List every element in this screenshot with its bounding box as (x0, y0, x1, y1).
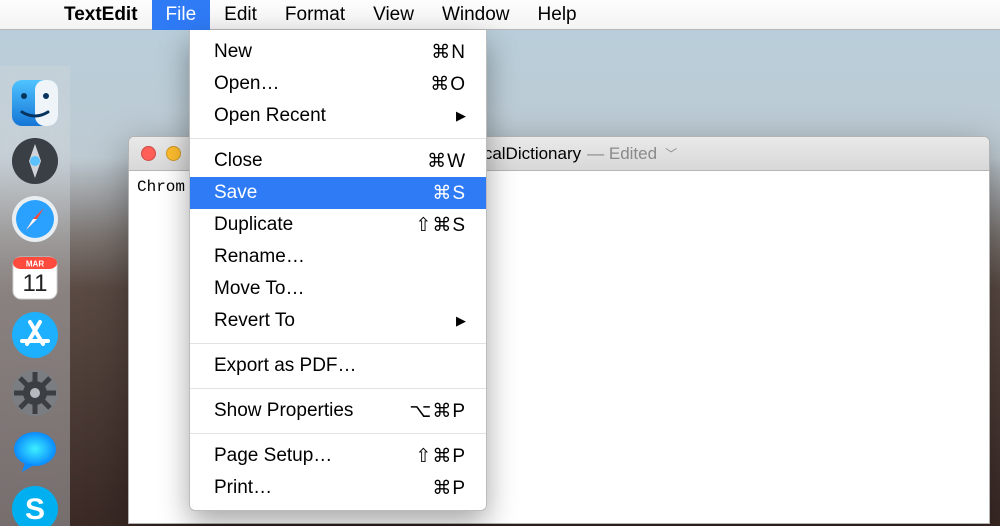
menu-item-shortcut: ⌥⌘P (409, 400, 466, 423)
menubar-item-format[interactable]: Format (271, 0, 359, 30)
menu-item-shortcut: ⌘N (431, 41, 466, 64)
menu-item-label: Open Recent (214, 105, 326, 127)
menubar-app-name[interactable]: TextEdit (50, 0, 152, 30)
document-line: Chrom (137, 178, 185, 196)
calendar-icon[interactable]: MAR11 (9, 252, 61, 302)
menu-item-export-as-pdf[interactable]: Export as PDF… (190, 350, 486, 382)
menu-item-move-to[interactable]: Move To… (190, 273, 486, 305)
skype-icon[interactable]: S (9, 484, 61, 526)
menu-item-print[interactable]: Print… ⌘P (190, 472, 486, 504)
chevron-down-icon[interactable]: ﹀ (665, 145, 677, 162)
menubar-item-edit[interactable]: Edit (210, 0, 271, 30)
svg-text:11: 11 (23, 270, 48, 297)
menu-item-close[interactable]: Close ⌘W (190, 145, 486, 177)
submenu-arrow-icon: ▶ (456, 313, 466, 329)
menubar-item-file[interactable]: File (152, 0, 211, 30)
menu-item-label: Open… (214, 73, 279, 95)
messages-icon[interactable] (9, 426, 61, 476)
menu-item-shortcut: ⇧⌘P (415, 445, 466, 468)
dock: MAR11 S (0, 66, 70, 526)
svg-text:S: S (25, 493, 45, 526)
svg-text:MAR: MAR (26, 260, 44, 269)
menubar-item-window[interactable]: Window (428, 0, 524, 30)
menu-item-label: Revert To (214, 310, 295, 332)
menu-separator (190, 138, 486, 139)
menu-item-duplicate[interactable]: Duplicate ⇧⌘S (190, 209, 486, 241)
menu-item-page-setup[interactable]: Page Setup… ⇧⌘P (190, 440, 486, 472)
menu-item-open[interactable]: Open… ⌘O (190, 68, 486, 100)
settings-icon[interactable] (9, 368, 61, 418)
menu-separator (190, 433, 486, 434)
close-window-button[interactable] (141, 146, 156, 161)
menu-item-label: Save (214, 182, 257, 204)
menu-item-label: Print… (214, 477, 272, 499)
menubar-item-help[interactable]: Help (524, 0, 591, 30)
file-menu-dropdown: New ⌘N Open… ⌘O Open Recent ▶ Close ⌘W Save ⌘S Dup… (189, 30, 487, 511)
menu-item-save[interactable]: Save ⌘S (190, 177, 486, 209)
menu-item-label: Move To… (214, 278, 304, 300)
menu-item-revert-to[interactable]: Revert To ▶ (190, 305, 486, 337)
menu-item-new[interactable]: New ⌘N (190, 36, 486, 68)
menu-item-shortcut: ⌘O (430, 73, 466, 96)
appstore-icon[interactable] (9, 310, 61, 360)
finder-icon[interactable] (9, 78, 61, 128)
menu-item-label: Rename… (214, 246, 305, 268)
menu-item-open-recent[interactable]: Open Recent ▶ (190, 100, 486, 132)
menu-item-shortcut: ⌘S (432, 182, 466, 205)
menu-item-label: Duplicate (214, 214, 293, 236)
submenu-arrow-icon: ▶ (456, 108, 466, 124)
menu-separator (190, 343, 486, 344)
menu-item-shortcut: ⌘P (432, 477, 466, 500)
menu-item-label: Show Properties (214, 400, 353, 422)
menu-item-show-properties[interactable]: Show Properties ⌥⌘P (190, 395, 486, 427)
menu-item-shortcut: ⌘W (427, 150, 466, 173)
menu-item-label: Page Setup… (214, 445, 332, 467)
menu-separator (190, 388, 486, 389)
menu-item-label: Export as PDF… (214, 355, 357, 377)
menu-item-label: Close (214, 150, 263, 172)
window-subtitle: — Edited (587, 144, 657, 164)
menubar: TextEdit FileEditFormatViewWindowHelp (0, 0, 1000, 30)
menu-item-label: New (214, 41, 252, 63)
minimize-window-button[interactable] (166, 146, 181, 161)
launchpad-icon[interactable] (9, 136, 61, 186)
safari-icon[interactable] (9, 194, 61, 244)
menubar-item-view[interactable]: View (359, 0, 428, 30)
menu-item-rename[interactable]: Rename… (190, 241, 486, 273)
menu-item-shortcut: ⇧⌘S (415, 214, 466, 237)
